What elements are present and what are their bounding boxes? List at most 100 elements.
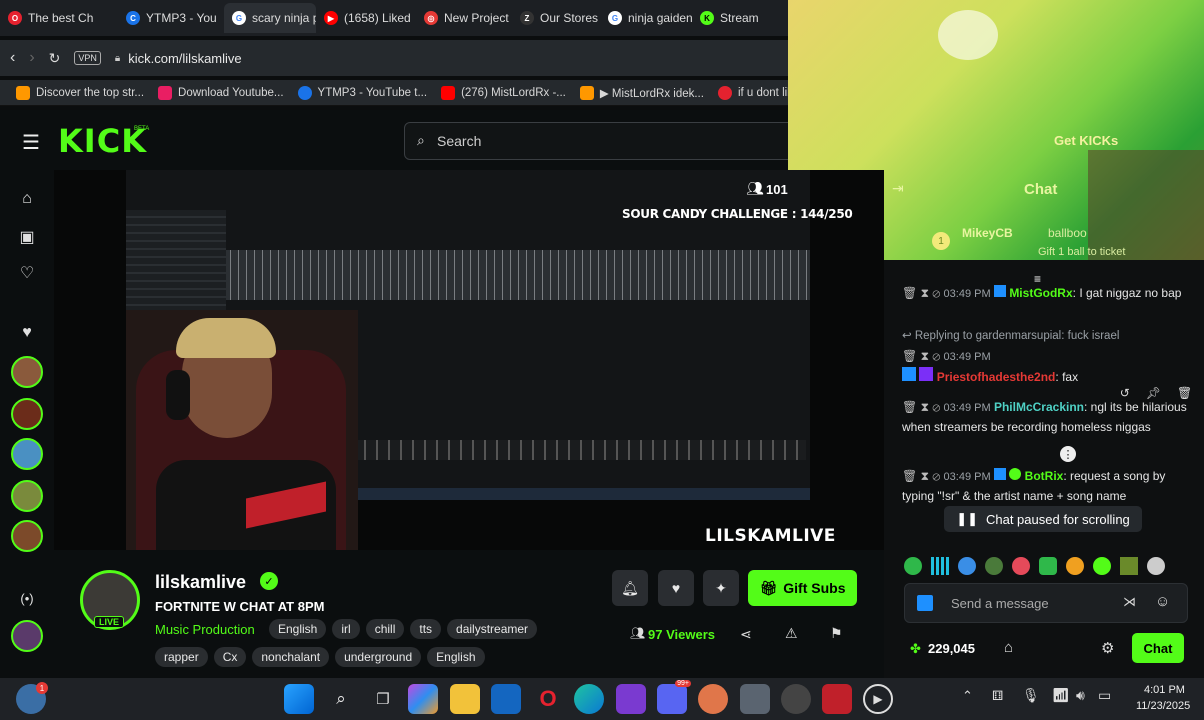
channel-avatar-3[interactable] (11, 438, 43, 470)
vpn-badge[interactable]: VPN (74, 51, 101, 65)
home-icon[interactable]: ⌂ (14, 186, 40, 212)
battery-icon[interactable]: ▭ (1098, 687, 1111, 704)
message-user[interactable]: BotRix (1025, 469, 1064, 483)
app-icon[interactable] (698, 684, 728, 714)
emote-icon[interactable] (904, 557, 922, 575)
follow-button[interactable]: ♥ (658, 570, 694, 606)
task-view-icon[interactable]: ❐ (368, 684, 398, 714)
tag-chip[interactable]: underground (335, 647, 422, 667)
followed-heart-icon[interactable]: ♥ (14, 320, 40, 346)
send-chat-button[interactable]: Chat (1132, 633, 1184, 663)
chat-message[interactable]: 🗑︎ ⧗ ⊘ 03:49 PM PhilMcCrackinn: ngl its … (902, 398, 1192, 437)
timeout-icon[interactable]: ⧗ (921, 400, 929, 414)
tray-chevron-icon[interactable]: ⌃ (962, 688, 973, 704)
back-icon[interactable]: ‹ (10, 49, 15, 67)
channel-avatar-2[interactable] (11, 398, 43, 430)
camera-icon[interactable] (740, 684, 770, 714)
volume-icon[interactable]: 🔊︎ (1076, 687, 1085, 704)
recorder-icon[interactable] (822, 684, 852, 714)
browse-icon[interactable]: ▣ (14, 224, 40, 250)
ban-icon[interactable]: ⊘ (932, 469, 940, 483)
store-icon[interactable]: ⌂ (1004, 639, 1013, 656)
tab-1[interactable]: C YTMP3 - You (118, 3, 224, 33)
ban-icon[interactable]: ⊘ (932, 349, 940, 363)
edge-icon[interactable] (574, 684, 604, 714)
collapse-icon[interactable]: ⇥ (892, 180, 904, 197)
following-icon[interactable]: ♡ (14, 260, 40, 286)
tag-chip[interactable]: Cx (213, 647, 247, 667)
channel-avatar-1[interactable] (11, 356, 43, 388)
channel-avatar-6[interactable] (11, 620, 43, 652)
menu-icon[interactable]: ☰ (22, 130, 40, 155)
chat-paused-banner[interactable]: ❚❚ Chat paused for scrolling (944, 506, 1142, 532)
emote-icon[interactable] (1066, 557, 1084, 575)
message-user[interactable]: PhilMcCrackinn (994, 400, 1084, 414)
emote-icon[interactable] (931, 557, 949, 575)
tab-0[interactable]: O The best Ch (0, 3, 118, 33)
bookmark-0[interactable]: Discover the top str... (10, 85, 150, 100)
reload-icon[interactable]: ↻ (49, 50, 61, 67)
delete-icon[interactable]: 🗑︎ (902, 469, 917, 483)
delete-icon[interactable]: 🗑︎ (902, 349, 917, 363)
gift-subs-button[interactable]: 🎁︎ Gift Subs (748, 570, 857, 606)
app-badge-icon[interactable] (781, 684, 811, 714)
clip-icon[interactable]: ⚑ (830, 625, 843, 642)
tray-app-icon[interactable]: ⚅ (992, 688, 1003, 704)
message-user[interactable]: MistGodRx (1009, 286, 1072, 300)
forward-icon[interactable]: › (29, 49, 34, 67)
more-options-icon[interactable]: ⋮ (1060, 446, 1076, 462)
tag-chip[interactable]: tts (410, 619, 442, 639)
message-user[interactable]: Priestofhadesthe2nd (937, 370, 1056, 384)
get-kicks-label[interactable]: Get KICKs (1054, 133, 1118, 148)
bookmark-1[interactable]: Download Youtube... (152, 85, 290, 100)
emote-icon[interactable] (1147, 557, 1165, 575)
clock-date[interactable]: 11/23/2025 (1136, 700, 1190, 712)
tab-7[interactable]: K Stream (692, 3, 784, 33)
media-icon[interactable] (616, 684, 646, 714)
chat-message[interactable]: 🗑︎ ⧗ ⊘ 03:49 PM Priestofhadesthe2nd: fax (902, 347, 1192, 387)
emote-icon[interactable] (1120, 557, 1138, 575)
bookmark-3[interactable]: (276) MistLordRx -... (435, 85, 572, 100)
sparkle-button[interactable]: ✦ (703, 570, 739, 606)
notification-button[interactable]: 🔔︎ (612, 570, 648, 606)
url-field[interactable]: kick.com/lilskamlive (128, 51, 241, 66)
emote-icon[interactable] (1012, 557, 1030, 575)
outlook-icon[interactable] (491, 684, 521, 714)
tab-2[interactable]: Gscary ninja p (224, 3, 316, 33)
tab-4[interactable]: ◎ New Project (416, 3, 512, 33)
emote-icon[interactable] (1093, 557, 1111, 575)
ban-icon[interactable]: ⊘ (932, 400, 940, 414)
timeout-icon[interactable]: ⧗ (921, 349, 929, 363)
play-taskbar-icon[interactable]: ▶ (863, 684, 893, 714)
emote-icon[interactable] (985, 557, 1003, 575)
chat-message[interactable]: 🗑︎ ⧗ ⊘ 03:49 PM BotRix: request a song b… (902, 467, 1192, 506)
search-box[interactable]: ⌕ Search (404, 122, 804, 160)
category-link[interactable]: Music Production (155, 622, 255, 637)
opera-taskbar-icon[interactable]: O (533, 684, 563, 714)
share-icon[interactable]: ⋖ (740, 626, 752, 643)
tag-chip[interactable]: English (269, 619, 327, 639)
report-icon[interactable]: ⚠ (785, 625, 798, 642)
chat-input[interactable]: Send a message ⋊ ☺ (904, 583, 1188, 623)
tag-chip[interactable]: irl (332, 619, 360, 639)
emoji-icon[interactable]: ☺ (1155, 593, 1170, 610)
copilot-icon[interactable] (408, 684, 438, 714)
clock-time[interactable]: 4:01 PM (1144, 684, 1185, 696)
file-explorer-icon[interactable] (450, 684, 480, 714)
tab-3[interactable]: ▶ (1658) Liked (316, 3, 416, 33)
chat-message[interactable]: 🗑︎ ⧗ ⊘ 03:49 PM MistGodRx: I gat niggaz … (902, 284, 1192, 304)
weather-icon[interactable]: 1 (16, 682, 48, 714)
timeout-icon[interactable]: ⧗ (921, 286, 929, 300)
discord-icon[interactable]: 99+ (657, 680, 691, 714)
channel-avatar-4[interactable] (11, 480, 43, 512)
settings-icon[interactable]: ⚙ (1101, 639, 1114, 657)
start-icon[interactable] (284, 684, 314, 714)
tag-chip[interactable]: nonchalant (252, 647, 330, 667)
tag-chip[interactable]: dailystreamer (447, 619, 538, 639)
ban-icon[interactable]: ⊘ (932, 286, 940, 300)
bookmark-4[interactable]: ▶ MistLordRx idek... (574, 85, 710, 100)
channel-avatar-5[interactable] (11, 520, 43, 552)
delete-icon[interactable]: 🗑︎ (902, 400, 917, 414)
tag-chip[interactable]: chill (365, 619, 405, 639)
tab-6[interactable]: Gninja gaiden (600, 3, 692, 33)
